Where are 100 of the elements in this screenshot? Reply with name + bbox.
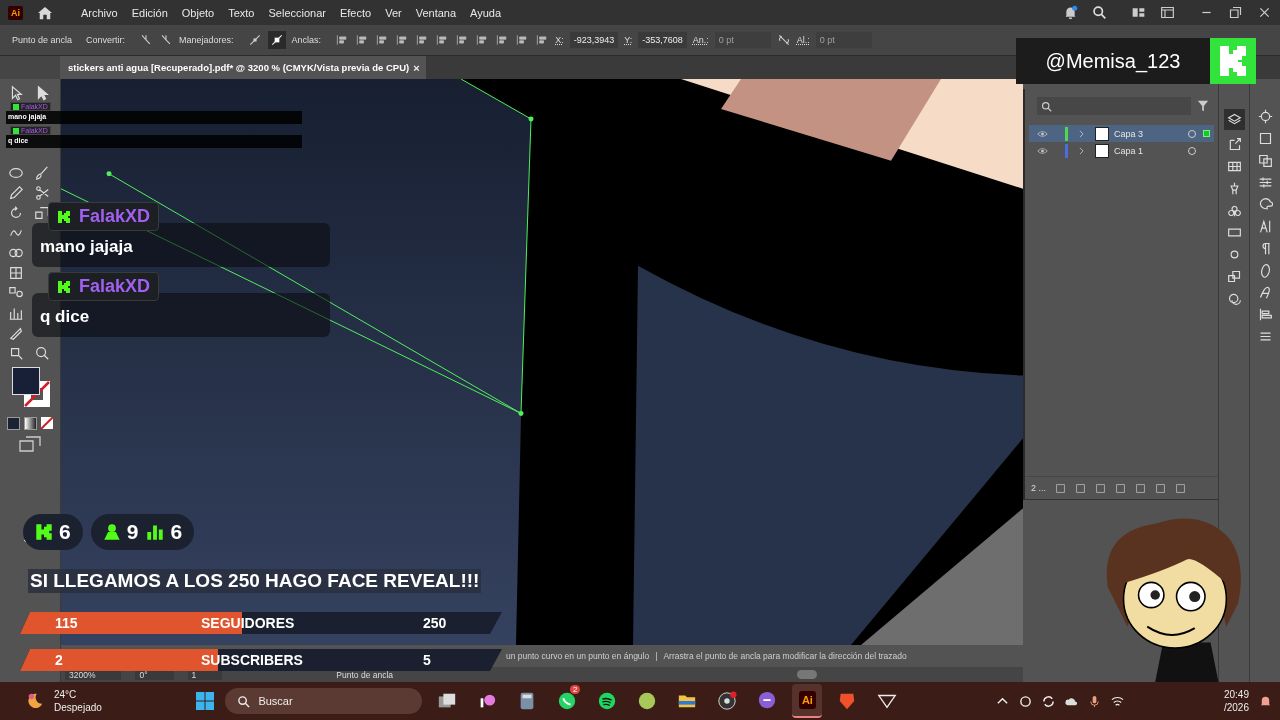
squares-icon[interactable] — [1257, 153, 1273, 168]
menu-item[interactable]: Texto — [228, 6, 255, 19]
palette-icon[interactable] — [1257, 197, 1273, 212]
rotate-icon[interactable] — [8, 205, 24, 221]
mesh-grid-icon[interactable] — [8, 265, 24, 281]
circles-icon[interactable] — [1226, 291, 1242, 306]
selection-square-icon — [1203, 130, 1210, 137]
sound-waves-icon — [597, 691, 618, 711]
microphone-icon[interactable] — [1087, 694, 1101, 708]
y-field[interactable]: -353,7608 — [638, 32, 687, 48]
sliders-icon[interactable] — [1257, 175, 1273, 190]
notification-bell-icon[interactable] — [1259, 694, 1272, 708]
overlap-squares-icon[interactable] — [1226, 269, 1242, 284]
chat-message: q dice — [40, 307, 90, 327]
sync-icon[interactable] — [1041, 694, 1055, 708]
close-icon[interactable] — [1257, 5, 1272, 20]
selection-type-label: Punto de ancla — [12, 35, 73, 45]
workspace-layout-icon[interactable] — [1131, 5, 1146, 20]
x-field[interactable]: -923,3943 — [569, 32, 619, 48]
refresh-icon[interactable] — [1018, 694, 1032, 708]
layer-search-field[interactable] — [1037, 97, 1191, 115]
grid-icon[interactable] — [1226, 159, 1242, 174]
menu-item[interactable]: Edición — [131, 6, 168, 19]
align-left-icon[interactable] — [1257, 307, 1273, 322]
pencil-icon[interactable] — [8, 185, 24, 201]
restore-icon[interactable] — [1228, 5, 1243, 20]
status-hint: Arrastra el punto de ancla para modificar la dirección del trazado — [663, 651, 907, 661]
club-icon[interactable] — [1226, 203, 1242, 218]
scrollbar-thumb[interactable] — [797, 670, 818, 679]
taskbar-search-field[interactable]: Buscar — [225, 688, 423, 714]
chat-bubble-icon — [757, 691, 778, 711]
chat-username: FalakXD — [79, 206, 151, 227]
moon-icon[interactable] — [26, 692, 44, 710]
layers-icon[interactable] — [1223, 109, 1245, 130]
slice-icon[interactable] — [8, 325, 24, 341]
type-cursor-icon[interactable] — [1257, 219, 1273, 234]
scissors-icon[interactable] — [34, 185, 50, 201]
clock-date[interactable]: /2026 — [1223, 701, 1249, 714]
anchors-label: Anclas: — [291, 35, 322, 45]
taskbar-app[interactable]: Ai — [792, 684, 823, 718]
filter-icon[interactable] — [1197, 100, 1209, 112]
eye-icon[interactable] — [1037, 146, 1048, 155]
height-label: Al.: — [796, 35, 810, 45]
k-logo-icon — [57, 279, 71, 294]
handles-label: Manejadores: — [179, 35, 234, 45]
app-logo[interactable]: Ai — [8, 5, 23, 20]
weather-text[interactable]: Despejado — [54, 701, 102, 714]
phone-bubble-icon — [557, 691, 578, 711]
menu-item[interactable]: Objeto — [181, 6, 215, 19]
chat-username: FalakXD — [79, 276, 151, 297]
layer-count: 2 ... — [1031, 483, 1046, 493]
brush-icon[interactable] — [34, 165, 50, 181]
ball-icon — [637, 691, 658, 711]
clock-time[interactable]: 20:49 — [1223, 688, 1249, 701]
zoom-icon[interactable] — [34, 345, 50, 361]
layer-thumbnail — [1095, 143, 1109, 158]
handles-hidden-icon[interactable] — [267, 31, 286, 49]
goal-banner-text: SI LLEGAMOS A LOS 250 HAGO FACE REVEAL!!! — [28, 569, 482, 593]
script-curve-icon[interactable] — [1257, 285, 1273, 300]
menu-item[interactable]: Archivo — [81, 6, 118, 19]
person-icon — [102, 523, 121, 541]
screen-mode-icon[interactable] — [19, 436, 41, 452]
windows-start-icon[interactable] — [195, 691, 216, 711]
temperature-text[interactable]: 24°C — [54, 688, 102, 701]
convert-label: Convertir: — [86, 35, 126, 45]
gradient-mode-icon[interactable] — [24, 417, 37, 430]
taskbar-app[interactable]: 2 — [552, 685, 583, 717]
k-logo-icon — [57, 209, 71, 224]
k-logo-icon — [35, 523, 53, 541]
stat-value: 6 — [59, 520, 71, 544]
goal-target: 250 — [423, 615, 447, 631]
status-hint: un punto curvo en un punto en ángulo — [506, 651, 650, 661]
y-label: Y: — [624, 35, 633, 45]
dotted-square-icon[interactable] — [1257, 131, 1273, 146]
hint-separator: | — [655, 651, 658, 661]
fill-color-swatch[interactable] — [12, 367, 40, 395]
record-circle-icon — [717, 691, 738, 711]
bar-chart-icon — [146, 523, 165, 541]
wifi-icon[interactable] — [1110, 694, 1124, 708]
color-mode-icon[interactable] — [7, 417, 20, 430]
handles-icon[interactable] — [247, 33, 262, 47]
panel-window-icon[interactable] — [1160, 5, 1175, 20]
align-left-icon[interactable] — [415, 33, 430, 47]
chat-message: mano jajaja — [40, 237, 133, 257]
none-mode-icon[interactable] — [41, 417, 53, 429]
menu-item[interactable]: Ver — [385, 6, 402, 19]
eye-icon[interactable] — [1037, 129, 1048, 138]
menu-item[interactable]: Efecto — [339, 6, 372, 19]
home-icon[interactable] — [37, 5, 53, 20]
layer-row[interactable]: Capa 3 — [1029, 125, 1214, 142]
menu-item[interactable]: Seleccionar — [268, 6, 326, 19]
stat-value: 6 — [170, 520, 183, 544]
menu-item[interactable]: Ventana — [415, 6, 457, 19]
bell-icon[interactable] — [1063, 5, 1078, 20]
link-icon[interactable] — [776, 33, 791, 47]
menu-item[interactable]: Ayuda — [470, 6, 502, 19]
document-tab[interactable]: stickers anti agua [Recuperado].pdf* @ 3200 % (CMYK/Vista previa de CPU) × — [60, 56, 426, 79]
tab-close-button[interactable]: × — [413, 61, 420, 74]
layer-row[interactable]: Capa 1 — [1029, 142, 1214, 159]
x-label: X: — [555, 35, 564, 45]
